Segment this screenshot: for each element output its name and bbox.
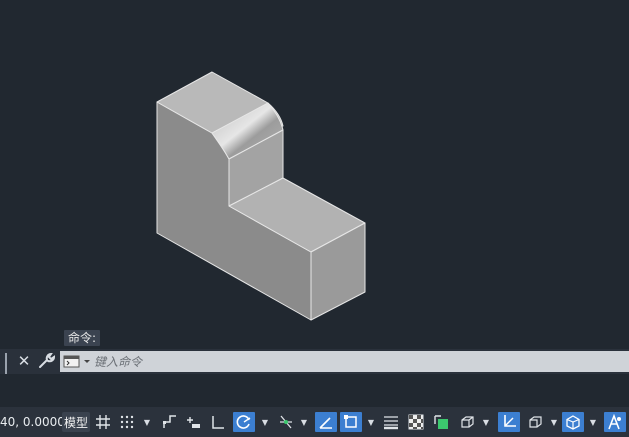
coordinate-readout[interactable]: 40, 0.0000 <box>0 413 65 431</box>
command-line-bar: ✕ <box>0 349 629 387</box>
model-space-button[interactable]: 模型 <box>62 412 90 432</box>
chevron-down-icon[interactable]: ▼ <box>480 412 492 432</box>
polar-tracking-icon[interactable] <box>233 412 255 432</box>
angle-icon[interactable] <box>315 412 337 432</box>
annotation-visibility-icon[interactable] <box>604 412 626 432</box>
solid-part <box>156 71 366 321</box>
status-bar: 40, 0.0000 模型 ▼ ▼ ▼ ▼ ▼ ▼ ▼ <box>0 407 629 437</box>
wrench-icon[interactable] <box>37 352 56 370</box>
grip-handle[interactable] <box>5 353 11 387</box>
3d-model-view[interactable] <box>0 0 629 350</box>
ortho-icon[interactable] <box>209 412 227 432</box>
selection-filter-icon[interactable] <box>524 412 546 432</box>
chevron-down-icon[interactable]: ▼ <box>298 412 310 432</box>
chevron-down-icon[interactable]: ▼ <box>259 412 271 432</box>
3d-object-snap-icon[interactable] <box>456 412 478 432</box>
grid-icon[interactable] <box>94 412 112 432</box>
selection-cycling-icon[interactable] <box>431 412 451 432</box>
close-icon[interactable]: ✕ <box>16 352 32 370</box>
dynamic-input-icon[interactable] <box>184 412 202 432</box>
chevron-down-icon[interactable]: ▼ <box>141 412 153 432</box>
layout-tab-area <box>0 374 629 407</box>
object-snap-icon[interactable] <box>340 412 362 432</box>
snap-icon[interactable] <box>118 412 136 432</box>
drawing-viewport[interactable] <box>0 0 629 350</box>
infer-constraints-icon[interactable] <box>161 412 179 432</box>
command-history-line: 命令: <box>64 330 101 346</box>
chevron-down-icon[interactable]: ▼ <box>365 412 377 432</box>
command-prompt-icon[interactable] <box>63 354 93 369</box>
chevron-down-icon[interactable]: ▼ <box>587 412 599 432</box>
transparency-icon[interactable] <box>406 412 426 432</box>
command-field <box>60 351 629 372</box>
chevron-down-icon[interactable]: ▼ <box>548 412 560 432</box>
gizmo-icon[interactable] <box>562 412 584 432</box>
lineweight-icon[interactable] <box>381 412 401 432</box>
object-snap-tracking-icon[interactable] <box>276 412 296 432</box>
command-input[interactable] <box>94 351 614 372</box>
dynamic-ucs-icon[interactable] <box>498 412 520 432</box>
